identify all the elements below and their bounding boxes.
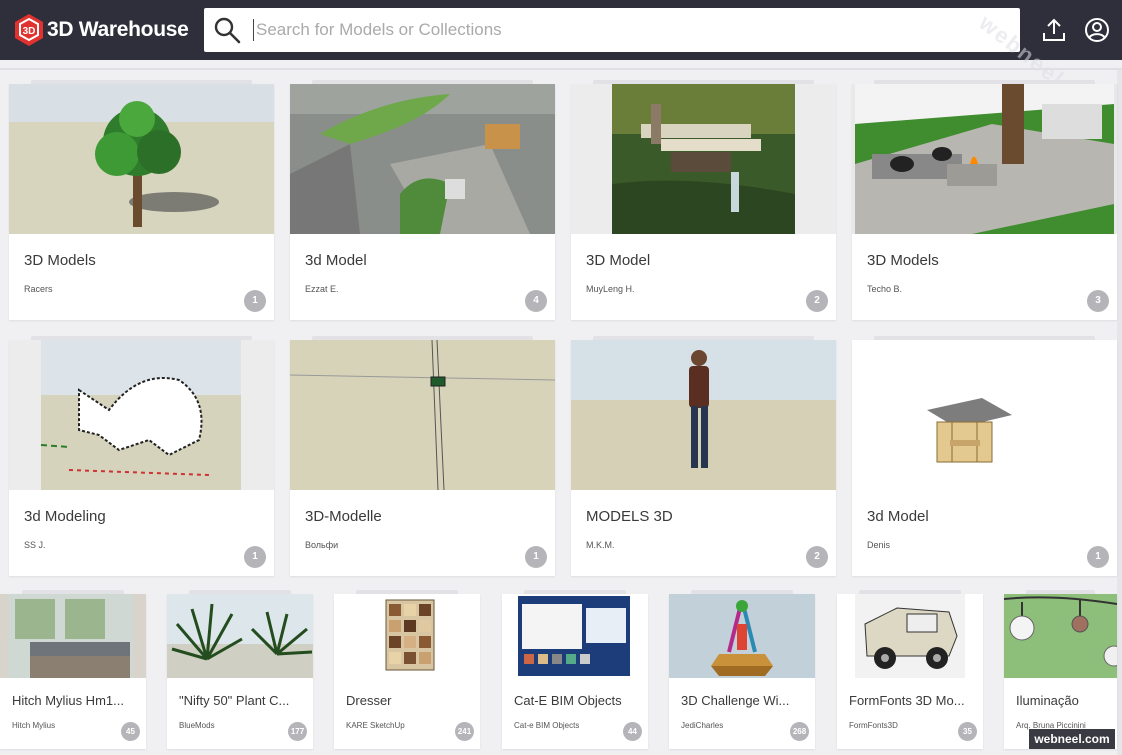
- logo-text: 3D Warehouse: [47, 18, 189, 41]
- model-card[interactable]: Cat-E BIM Objects Cat-e BIM Objects 44: [502, 590, 648, 749]
- model-count-badge: 177: [288, 722, 307, 741]
- card-author[interactable]: MuyLeng H.: [586, 284, 635, 294]
- card-title[interactable]: 3d Modeling: [24, 508, 106, 525]
- card-author[interactable]: SS J.: [24, 540, 46, 550]
- search-icon[interactable]: [213, 16, 241, 44]
- top-bar: 3D 3D Warehouse webneel.com: [0, 0, 1122, 128]
- model-count-badge: 1: [244, 290, 266, 312]
- model-count-badge: 35: [958, 722, 977, 741]
- model-card[interactable]: 3D-Modelle Вольфи 1: [290, 336, 555, 576]
- site-logo[interactable]: 3D 3D Warehouse: [14, 13, 189, 47]
- card-title[interactable]: 3D Challenge Wi...: [681, 693, 807, 708]
- upload-icon[interactable]: [1041, 17, 1067, 43]
- card-author[interactable]: Techo B.: [867, 284, 902, 294]
- model-thumbnail[interactable]: [852, 84, 1117, 234]
- model-thumbnail[interactable]: [502, 594, 648, 678]
- model-count-badge: 1: [244, 546, 266, 568]
- model-card[interactable]: MODELS 3D M.K.M. 2: [571, 336, 836, 576]
- model-count-badge: 45: [121, 722, 140, 741]
- model-count-badge: 44: [623, 722, 642, 741]
- model-card[interactable]: Dresser KARE SketchUp 241: [334, 590, 480, 749]
- model-count-badge: 241: [455, 722, 474, 741]
- card-title[interactable]: 3D-Modelle: [305, 508, 382, 525]
- model-count-badge: 2: [806, 546, 828, 568]
- model-thumbnail[interactable]: [290, 340, 555, 490]
- 3d-warehouse-logo-icon: 3D: [15, 14, 43, 46]
- card-title[interactable]: Hitch Mylius Hm1...: [12, 693, 138, 708]
- card-author[interactable]: Вольфи: [305, 540, 338, 550]
- card-title[interactable]: MODELS 3D: [586, 508, 673, 525]
- card-author[interactable]: KARE SketchUp: [346, 721, 405, 730]
- card-author[interactable]: Racers: [24, 284, 53, 294]
- card-author[interactable]: BlueMods: [179, 721, 215, 730]
- svg-text:3D: 3D: [23, 26, 36, 37]
- card-title[interactable]: 3d Model: [867, 508, 929, 525]
- card-title[interactable]: 3D Models: [867, 252, 939, 269]
- model-count-badge: 268: [790, 722, 809, 741]
- card-title[interactable]: "Nifty 50" Plant C...: [179, 693, 305, 708]
- model-thumbnail[interactable]: [167, 594, 313, 678]
- model-thumbnail[interactable]: [669, 594, 815, 678]
- card-author[interactable]: Denis: [867, 540, 890, 550]
- model-card[interactable]: 3D Models Racers 1: [9, 80, 274, 320]
- card-title[interactable]: FormFonts 3D Mo...: [849, 693, 975, 708]
- model-thumbnail[interactable]: [1004, 594, 1117, 678]
- model-card[interactable]: Hitch Mylius Hm1... Hitch Mylius 45: [0, 590, 146, 749]
- model-card[interactable]: 3D Challenge Wi... JediCharles 268: [669, 590, 815, 749]
- watermark-bottom: webneel.com: [1029, 729, 1115, 749]
- model-card[interactable]: 3D Models Techo B. 3: [852, 80, 1117, 320]
- model-thumbnail[interactable]: [9, 340, 274, 490]
- card-title[interactable]: Iluminação: [1016, 693, 1109, 708]
- account-icon[interactable]: [1084, 17, 1110, 43]
- card-author[interactable]: FormFonts3D: [849, 721, 898, 730]
- card-author[interactable]: Hitch Mylius: [12, 721, 55, 730]
- card-author[interactable]: Ezzat E.: [305, 284, 339, 294]
- card-title[interactable]: 3D Model: [586, 252, 650, 269]
- model-thumbnail[interactable]: [837, 594, 983, 678]
- card-title[interactable]: Dresser: [346, 693, 472, 708]
- model-count-badge: 1: [525, 546, 547, 568]
- model-card[interactable]: 3d Model Denis 1: [852, 336, 1117, 576]
- model-card[interactable]: Iluminação Arq. Bruna Piccinini: [1004, 590, 1117, 749]
- search-bar[interactable]: [204, 8, 1020, 52]
- card-author[interactable]: M.K.M.: [586, 540, 615, 550]
- header-divider: [0, 68, 1122, 70]
- card-author[interactable]: Cat-e BIM Objects: [514, 721, 579, 730]
- model-thumbnail[interactable]: [9, 84, 274, 234]
- model-thumbnail[interactable]: [334, 594, 480, 678]
- scrollbar[interactable]: [1117, 70, 1122, 755]
- model-card[interactable]: 3d Model Ezzat E. 4: [290, 80, 555, 320]
- card-title[interactable]: 3D Models: [24, 252, 96, 269]
- search-input[interactable]: [253, 19, 993, 41]
- model-thumbnail[interactable]: [0, 594, 146, 678]
- card-title[interactable]: 3d Model: [305, 252, 367, 269]
- model-thumbnail[interactable]: [852, 340, 1117, 490]
- card-title[interactable]: Cat-E BIM Objects: [514, 693, 640, 708]
- model-thumbnail[interactable]: [290, 84, 555, 234]
- model-card[interactable]: "Nifty 50" Plant C... BlueMods 177: [167, 590, 313, 749]
- model-card[interactable]: 3D Model MuyLeng H. 2: [571, 80, 836, 320]
- model-card[interactable]: 3d Modeling SS J. 1: [9, 336, 274, 576]
- model-thumbnail[interactable]: [571, 340, 836, 490]
- model-count-badge: 2: [806, 290, 828, 312]
- model-card[interactable]: FormFonts 3D Mo... FormFonts3D 35: [837, 590, 983, 749]
- model-count-badge: 4: [525, 290, 547, 312]
- model-count-badge: 3: [1087, 290, 1109, 312]
- card-author[interactable]: JediCharles: [681, 721, 723, 730]
- model-thumbnail[interactable]: [571, 84, 836, 234]
- model-count-badge: 1: [1087, 546, 1109, 568]
